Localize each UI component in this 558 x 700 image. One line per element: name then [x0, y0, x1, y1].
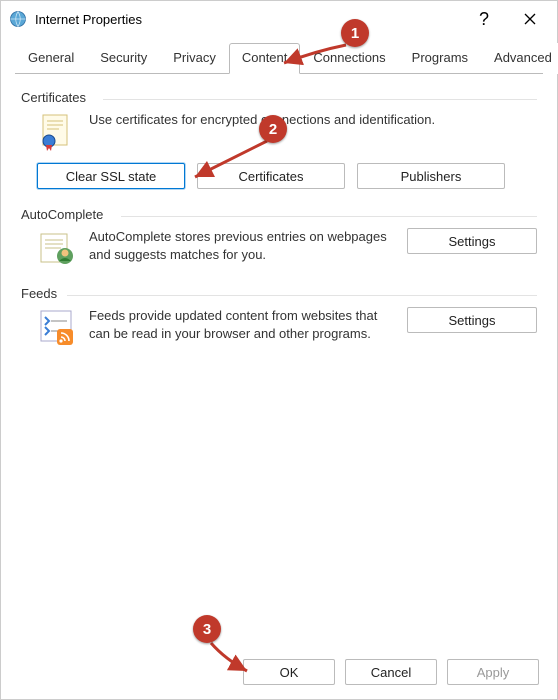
close-button[interactable]	[507, 3, 553, 35]
titlebar: Internet Properties ?	[1, 1, 557, 37]
tab-content-panel: Certificates Use certificates for encryp…	[1, 74, 557, 647]
autocomplete-description: AutoComplete stores previous entries on …	[89, 228, 395, 263]
certificate-icon	[37, 111, 77, 151]
group-certificates: Certificates Use certificates for encryp…	[21, 90, 537, 189]
window-controls: ?	[461, 3, 553, 35]
feeds-description: Feeds provide updated content from websi…	[89, 307, 395, 342]
group-autocomplete: AutoComplete AutoComp	[21, 207, 537, 268]
group-feeds: Feeds Feeds provide u	[21, 286, 537, 347]
autocomplete-icon	[37, 228, 77, 268]
feeds-settings-button[interactable]: Settings	[407, 307, 537, 333]
tab-security[interactable]: Security	[87, 43, 160, 74]
tab-content[interactable]: Content	[229, 43, 301, 74]
ok-button[interactable]: OK	[243, 659, 335, 685]
tab-general[interactable]: General	[15, 43, 87, 74]
help-button[interactable]: ?	[461, 3, 507, 35]
autocomplete-settings-button[interactable]: Settings	[407, 228, 537, 254]
internet-properties-dialog: Internet Properties ? General Security P…	[0, 0, 558, 700]
group-autocomplete-heading: AutoComplete	[21, 207, 537, 228]
tab-connections[interactable]: Connections	[300, 43, 398, 74]
dialog-footer: OK Cancel Apply	[1, 647, 557, 699]
clear-ssl-state-button[interactable]: Clear SSL state	[37, 163, 185, 189]
window-title: Internet Properties	[35, 12, 461, 27]
publishers-button[interactable]: Publishers	[357, 163, 505, 189]
feeds-icon	[37, 307, 77, 347]
certificates-description: Use certificates for encrypted connectio…	[89, 111, 537, 129]
tab-privacy[interactable]: Privacy	[160, 43, 229, 74]
cancel-button[interactable]: Cancel	[345, 659, 437, 685]
internet-options-icon	[9, 10, 27, 28]
certificates-button[interactable]: Certificates	[197, 163, 345, 189]
tab-programs[interactable]: Programs	[399, 43, 481, 74]
group-feeds-heading: Feeds	[21, 286, 537, 307]
group-certificates-heading: Certificates	[21, 90, 537, 111]
tab-advanced[interactable]: Advanced	[481, 43, 558, 74]
apply-button[interactable]: Apply	[447, 659, 539, 685]
tab-bar: General Security Privacy Content Connect…	[1, 37, 557, 74]
